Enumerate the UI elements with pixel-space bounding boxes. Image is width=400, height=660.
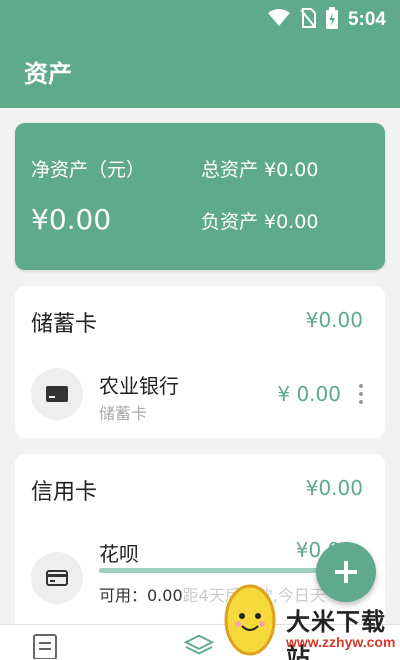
net-assets-label: 净资产（元） bbox=[31, 159, 146, 181]
account-name: 花呗 bbox=[99, 542, 139, 566]
section-title-credit: 信用卡 bbox=[31, 480, 98, 505]
negative-assets: 负资产 ¥0.00 bbox=[201, 211, 319, 233]
battery-charging-icon bbox=[325, 7, 338, 33]
credit-card-icon bbox=[31, 552, 83, 604]
layers-icon bbox=[184, 634, 214, 655]
nav-assets[interactable] bbox=[184, 633, 214, 660]
total-assets: 总资产 ¥0.00 bbox=[201, 159, 319, 181]
status-time: 5:04 bbox=[347, 9, 386, 30]
wifi-icon bbox=[267, 9, 290, 31]
watermark-url: www.zzhyw.com bbox=[286, 634, 396, 650]
account-balance: ¥ 0.00 bbox=[277, 382, 341, 406]
account-name: 农业银行 bbox=[99, 374, 179, 398]
no-sim-icon bbox=[300, 8, 316, 32]
section-total-credit: ¥0.00 bbox=[305, 476, 363, 500]
site-watermark: 大米下载站 www.zzhyw.com bbox=[218, 582, 400, 660]
asset-summary-card: 净资产（元） ¥0.00 总资产 ¥0.00 负资产 ¥0.00 bbox=[15, 123, 385, 270]
status-bar: 5:04 bbox=[0, 0, 400, 36]
section-title-debit: 储蓄卡 bbox=[31, 312, 98, 337]
more-options-button[interactable] bbox=[351, 379, 371, 409]
page-title: 资产 bbox=[24, 60, 72, 88]
section-total-debit: ¥0.00 bbox=[305, 308, 363, 332]
corn-mascot-logo bbox=[224, 584, 276, 656]
nav-records[interactable] bbox=[30, 633, 60, 660]
app-bar: 资产 bbox=[0, 36, 400, 108]
account-type: 储蓄卡 bbox=[99, 404, 148, 423]
card-icon bbox=[31, 368, 83, 420]
status-icons: 5:04 bbox=[267, 7, 386, 33]
credit-available: 可用：0.00 bbox=[99, 586, 183, 605]
list-icon bbox=[33, 634, 57, 659]
watermark-title: 大米下载站 bbox=[286, 608, 386, 660]
net-assets-value: ¥0.00 bbox=[31, 203, 112, 236]
debit-card-section: 储蓄卡 ¥0.00 农业银行 储蓄卡 ¥ 0.00 bbox=[15, 286, 385, 438]
